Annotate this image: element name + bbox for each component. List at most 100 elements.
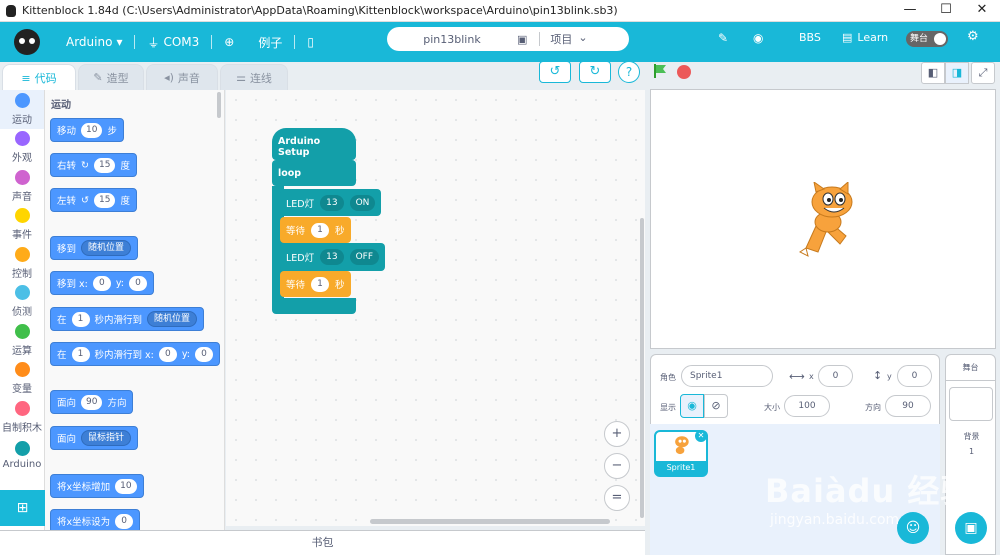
block-turn-right[interactable]: 右转 ↻ 15 度 [50,153,137,177]
block-glide-xy[interactable]: 在 1 秒内滑行到 x: 0 y: 0 [50,342,220,366]
tab-code[interactable]: ≡ 代码 [2,64,76,91]
sprite-name-input[interactable]: Sprite1 [681,365,773,387]
book-icon: ▤ [842,31,853,44]
plug-icon: ⏚ [147,35,160,50]
project-name-box[interactable]: pin13blink ▣ 项目 ⌄ [387,27,629,51]
category-4[interactable]: 控制 [0,244,44,283]
backpack-label: 书包 [311,536,334,549]
category-label: 事件 [12,230,32,242]
block-led-off[interactable]: LED灯 13 OFF [280,243,386,271]
board-menu[interactable]: Arduino ▾ [54,22,134,62]
block-glide[interactable]: 在 1 秒内滑行到 随机位置 [50,307,205,331]
delete-sprite-icon[interactable]: ✕ [695,430,707,442]
add-backdrop-button[interactable]: ▣ [955,512,987,544]
category-8[interactable]: 自制积木 [0,398,44,437]
eye-icon: ◉ [687,399,697,412]
maximize-button[interactable]: ☐ [928,0,964,22]
stage-toggle[interactable]: 舞台 [906,31,948,47]
fullscreen-button[interactable]: ⤢ [971,62,995,84]
window-title-bar: Kittenblock 1.84d (C:\Users\Administrato… [0,0,1000,22]
direction-label: 方向 [865,403,881,412]
language-menu[interactable]: ⊕ [212,22,246,62]
close-button[interactable]: ✕ [964,0,1000,22]
globe-icon: ⊕ [224,35,235,49]
show-visible-button[interactable]: ◉ [680,394,704,418]
x-arrows-icon: ⟷ [789,370,805,383]
block-move-steps[interactable]: 移动 10 步 [50,118,124,142]
cat-sprite[interactable] [796,182,862,260]
add-sprite-button[interactable]: ☺ [897,512,929,544]
help-button[interactable]: ? [618,61,640,83]
palette-scrollbar[interactable] [217,92,221,118]
large-stage-button[interactable]: ◨ [945,62,969,84]
category-menu: 运动 外观 声音事件控制侦测运算 变量 自制积木 Arduino [0,90,45,530]
zoom-in-button[interactable]: + [604,421,630,447]
sprite-x-input[interactable]: 0 [818,365,853,387]
workspace-horizontal-scrollbar[interactable] [370,519,610,524]
block-change-x[interactable]: 将x坐标增加 10 [50,474,144,498]
stage[interactable] [650,89,996,349]
sprite-thumbnail[interactable]: Sprite1 ✕ [654,430,708,477]
block-point-direction[interactable]: 面向 90 方向 [50,390,134,414]
category-color-dot [14,441,30,457]
small-stage-button[interactable]: ◧ [921,62,945,84]
bbs-link[interactable]: BBS [799,31,821,44]
extension-icon: ⊞ [16,500,29,516]
zoom-reset-button[interactable]: = [604,485,630,511]
category-1[interactable]: 外观 [0,129,44,168]
tab-sounds[interactable]: ◂) 声音 [146,64,218,90]
block-set-x[interactable]: 将x坐标设为 0 [50,509,141,530]
zoom-reset-icon: = [611,490,623,505]
zoom-out-button[interactable]: − [604,453,630,479]
tab-costumes[interactable]: ✎ 造型 [78,64,144,90]
learn-link[interactable]: ▤ Learn [842,31,888,44]
category-3[interactable]: 事件 [0,206,44,245]
save-icon[interactable]: ▣ [517,33,527,46]
category-5[interactable]: 侦测 [0,283,44,322]
stage-panel-title: 舞台 [946,355,995,381]
category-color-dot [14,208,30,224]
block-goto[interactable]: 移到 随机位置 [50,236,139,260]
green-flag-icon[interactable] [652,63,668,79]
sprite-size-input[interactable]: 100 [784,395,830,417]
category-2[interactable]: 声音 [0,167,44,206]
project-name[interactable]: pin13blink [387,33,517,46]
workspace-vertical-scrollbar[interactable] [640,218,644,518]
port-menu[interactable]: ⏚ COM3 [135,22,211,62]
chevron-down-icon: ⌄ [578,31,588,44]
device-icon: ▯ [307,35,314,49]
project-menu[interactable]: 项目 ⌄ [550,31,587,47]
tab-wiring[interactable]: ⚌ 连线 [220,64,288,90]
block-wait-2[interactable]: 等待 1 秒 [280,271,351,297]
category-9[interactable]: Arduino [0,437,44,476]
minimize-button[interactable]: — [892,0,928,22]
kittenblock-logo[interactable] [14,29,40,55]
block-goto-xy[interactable]: 移到 x: 0 y: 0 [50,271,154,295]
pencil-icon[interactable]: ✎ [718,31,728,45]
add-extension-button[interactable]: ⊞ [0,490,45,526]
camera-icon[interactable]: ◉ [753,31,763,45]
redo-button[interactable]: ↻ [579,61,611,83]
rotate-right-icon: ↻ [81,159,89,171]
category-7[interactable]: 变量 [0,360,44,399]
block-point-towards[interactable]: 面向 鼠标指针 [50,426,139,450]
chevron-down-icon: ▾ [116,35,123,49]
gear-icon[interactable]: ⚙ [967,29,979,44]
undo-button[interactable]: ↺ [539,61,571,83]
category-0[interactable]: 运动 [0,90,44,129]
size-label: 大小 [764,403,780,412]
block-wait-1[interactable]: 等待 1 秒 [280,217,351,243]
category-label: 侦测 [12,307,32,319]
show-hidden-button[interactable]: ⊘ [704,394,728,418]
block-led-on[interactable]: LED灯 13 ON [280,189,382,216]
block-turn-left[interactable]: 左转 ↺ 15 度 [50,188,137,212]
stage-thumbnail[interactable] [949,387,993,421]
sprite-direction-input[interactable]: 90 [885,395,931,417]
sprite-y-input[interactable]: 0 [897,365,932,387]
stop-icon[interactable] [677,65,691,79]
app-icon [6,4,16,17]
category-6[interactable]: 运算 [0,321,44,360]
backpack-bar[interactable]: 书包 [0,530,645,555]
device-button[interactable]: ▯ [295,22,326,62]
examples-menu[interactable]: 例子 [246,22,294,62]
